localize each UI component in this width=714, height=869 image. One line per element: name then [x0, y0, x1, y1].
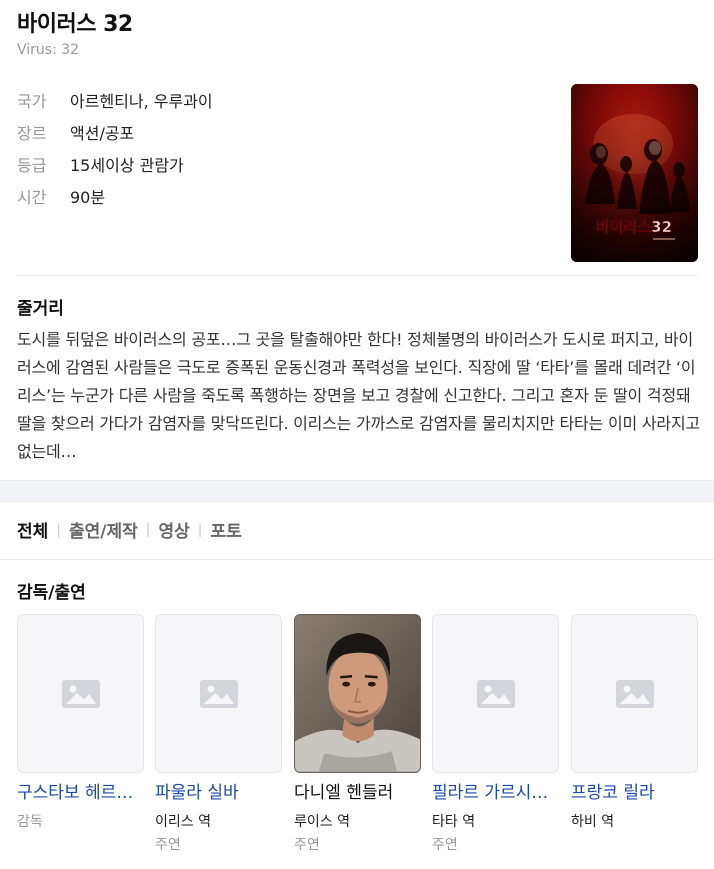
tab-cast-crew[interactable]: 출연/제작: [69, 517, 138, 542]
cast-card[interactable]: 다니엘 헨들러 루이스 역 주연: [294, 614, 421, 855]
cast-card[interactable]: 프랑코 릴라 하비 역: [571, 614, 698, 832]
image-placeholder-icon: [476, 679, 515, 708]
image-placeholder-icon: [199, 679, 238, 708]
synopsis-heading: 줄거리: [17, 299, 64, 319]
cast-role: 루이스 역: [294, 814, 350, 830]
cast-name[interactable]: 파울라 실바: [155, 781, 282, 805]
cast-type: 주연: [155, 837, 181, 853]
movie-poster[interactable]: 바이러스32: [571, 84, 698, 262]
tab-separator: |: [56, 521, 61, 538]
cast-type: 주연: [432, 837, 458, 853]
info-label: 시간: [17, 188, 47, 207]
info-label: 국가: [17, 92, 47, 111]
cast-card[interactable]: 필라르 가르시… 타타 역 주연: [432, 614, 559, 855]
poster-image: 바이러스32: [571, 84, 698, 262]
tab-separator: |: [145, 521, 151, 538]
tab-separator: |: [197, 521, 203, 538]
info-row-rating: 등급 15세이상 관람가: [17, 148, 213, 180]
info-value-rating: 15세이상 관람가: [70, 156, 184, 175]
cast-role: 하비 역: [571, 814, 615, 830]
cast-role: 이리스 역: [155, 814, 211, 830]
tab-all[interactable]: 전체: [17, 517, 48, 542]
info-label: 등급: [17, 156, 47, 175]
cast-type: 감독: [17, 814, 43, 830]
info-row-country: 국가 아르헨티나, 우루과이: [17, 84, 213, 116]
info-value-runtime: 90분: [70, 188, 106, 207]
cast-photo[interactable]: [17, 614, 144, 773]
info-row-genre: 장르 액션/공포: [17, 116, 213, 148]
original-title: Virus: 32: [17, 42, 80, 58]
movie-info: 국가 아르헨티나, 우루과이 장르 액션/공포 등급 15세이상 관람가 시간 …: [17, 84, 213, 212]
divider: [0, 559, 714, 560]
actor-portrait: [295, 615, 420, 772]
info-value-genre: 액션/공포: [70, 124, 135, 143]
image-placeholder-icon: [615, 679, 654, 708]
cast-type: 주연: [294, 837, 320, 853]
info-row-runtime: 시간 90분: [17, 180, 213, 212]
synopsis-text: 도시를 뒤덮은 바이러스의 공포…그 곳을 탈출해야만 한다! 정체불명의 바이…: [17, 330, 700, 461]
cast-photo[interactable]: [432, 614, 559, 773]
cast-photo[interactable]: [155, 614, 282, 773]
tab-bar: 전체 | 출연/제작 | 영상 | 포토: [17, 517, 242, 543]
info-label: 장르: [17, 124, 47, 143]
cast-photo[interactable]: [571, 614, 698, 773]
tab-video[interactable]: 영상: [159, 517, 190, 542]
cast-name[interactable]: 프랑코 릴라: [571, 781, 698, 805]
divider: [17, 275, 698, 276]
cast-card[interactable]: 파울라 실바 이리스 역 주연: [155, 614, 282, 855]
cast-name[interactable]: 구스타보 헤르…: [17, 781, 144, 805]
cast-heading: 감독/출연: [17, 583, 86, 603]
poster-title-text: 바이러스32: [596, 218, 672, 236]
cast-name[interactable]: 필라르 가르시…: [432, 781, 559, 805]
image-placeholder-icon: [61, 679, 100, 708]
cast-name[interactable]: 다니엘 헨들러: [294, 781, 421, 805]
movie-title: 바이러스 32: [17, 12, 133, 37]
section-separator: [0, 480, 714, 502]
tab-photo[interactable]: 포토: [211, 517, 242, 542]
info-value-country: 아르헨티나, 우루과이: [70, 92, 213, 111]
cast-card[interactable]: 구스타보 헤르… 감독: [17, 614, 144, 832]
cast-role: 타타 역: [432, 814, 476, 830]
cast-photo[interactable]: [294, 614, 421, 773]
